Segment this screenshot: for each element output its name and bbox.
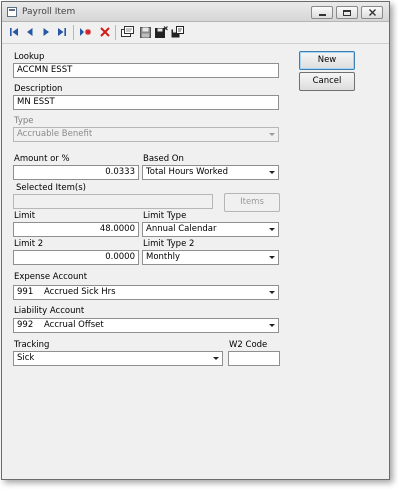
expense-account-code: 991 <box>17 287 34 297</box>
tracking-value: Sick <box>17 353 35 363</box>
tracking-select[interactable]: Sick <box>13 351 223 366</box>
payroll-item-window: Payroll Item Lookup ACCMN ESST New Cance… <box>1 1 390 480</box>
limit-type2-label: Limit Type 2 <box>143 239 195 249</box>
chevron-down-icon <box>266 252 277 263</box>
new-record-icon <box>79 28 91 36</box>
save-new-button[interactable] <box>170 25 184 39</box>
toolbar <box>2 22 389 44</box>
first-record-button[interactable] <box>7 25 21 39</box>
last-record-button[interactable] <box>55 25 69 39</box>
description-field[interactable]: MN ESST <box>13 95 279 110</box>
previous-record-icon <box>27 28 33 36</box>
type-label: Type <box>14 116 34 126</box>
limit-type-value: Annual Calendar <box>146 224 217 234</box>
selected-items-label: Selected Item(s) <box>16 183 86 193</box>
delete-icon <box>100 27 110 37</box>
find-icon <box>120 26 134 37</box>
limit-type2-value: Monthly <box>146 252 181 262</box>
expense-account-label: Expense Account <box>14 272 88 282</box>
w2-code-label: W2 Code <box>229 340 268 350</box>
selected-items-field <box>13 194 213 209</box>
limit-field[interactable]: 48.0000 <box>13 222 139 237</box>
chevron-down-icon <box>266 320 277 331</box>
toolbar-separator <box>115 25 116 40</box>
minimize-icon <box>318 13 326 16</box>
chevron-down-icon <box>210 353 221 364</box>
last-record-icon <box>58 28 66 36</box>
items-button[interactable]: Items <box>224 193 280 212</box>
save-new-icon <box>171 26 184 38</box>
lookup-field[interactable]: ACCMN ESST <box>13 63 279 78</box>
cancel-button[interactable]: Cancel <box>299 72 355 91</box>
chevron-down-icon <box>266 224 277 235</box>
title-bar: Payroll Item <box>2 2 389 22</box>
type-select[interactable]: Accruable Benefit <box>13 127 279 142</box>
next-record-icon <box>43 28 49 36</box>
new-button[interactable]: New <box>299 51 355 70</box>
previous-record-button[interactable] <box>23 25 37 39</box>
app-icon <box>7 7 17 17</box>
limit-type2-select[interactable]: Monthly <box>142 250 279 265</box>
chevron-down-icon <box>266 129 277 140</box>
new-record-button[interactable] <box>78 25 92 39</box>
description-label: Description <box>14 84 63 94</box>
liability-account-label: Liability Account <box>14 306 85 316</box>
expense-account-name: Accrued Sick Hrs <box>44 287 116 297</box>
limit-type-select[interactable]: Annual Calendar <box>142 222 279 237</box>
toolbar-separator <box>73 25 74 40</box>
lookup-label: Lookup <box>14 52 45 62</box>
window-title: Payroll Item <box>22 7 76 17</box>
based-on-label: Based On <box>143 154 184 164</box>
close-icon <box>368 9 376 16</box>
based-on-select[interactable]: Total Hours Worked <box>142 165 279 180</box>
maximize-icon <box>343 9 351 16</box>
amount-label: Amount or % <box>14 154 70 164</box>
limit2-label: Limit 2 <box>14 239 44 249</box>
w2-code-field[interactable] <box>228 351 280 366</box>
liability-account-name: Accrual Offset <box>44 320 104 330</box>
amount-field[interactable]: 0.0333 <box>13 165 139 180</box>
tracking-label: Tracking <box>14 340 50 350</box>
save-close-button[interactable] <box>154 25 168 39</box>
limit-label: Limit <box>14 211 36 221</box>
find-button[interactable] <box>120 25 134 39</box>
liability-account-code: 992 <box>17 320 34 330</box>
first-record-icon <box>10 28 18 36</box>
maximize-button[interactable] <box>336 6 358 19</box>
chevron-down-icon <box>266 287 277 298</box>
based-on-value: Total Hours Worked <box>146 167 229 177</box>
type-value: Accruable Benefit <box>17 129 93 139</box>
chevron-down-icon <box>266 167 277 178</box>
save-button[interactable] <box>138 25 152 39</box>
liability-account-select[interactable]: 992 Accrual Offset <box>13 318 279 333</box>
expense-account-select[interactable]: 991 Accrued Sick Hrs <box>13 285 279 300</box>
save-icon <box>139 26 151 38</box>
close-button[interactable] <box>361 6 383 19</box>
delete-button[interactable] <box>98 25 112 39</box>
limit2-field[interactable]: 0.0000 <box>13 250 139 265</box>
save-close-icon <box>154 26 168 38</box>
minimize-button[interactable] <box>311 6 333 19</box>
limit-type-label: Limit Type <box>143 211 187 221</box>
next-record-button[interactable] <box>39 25 53 39</box>
